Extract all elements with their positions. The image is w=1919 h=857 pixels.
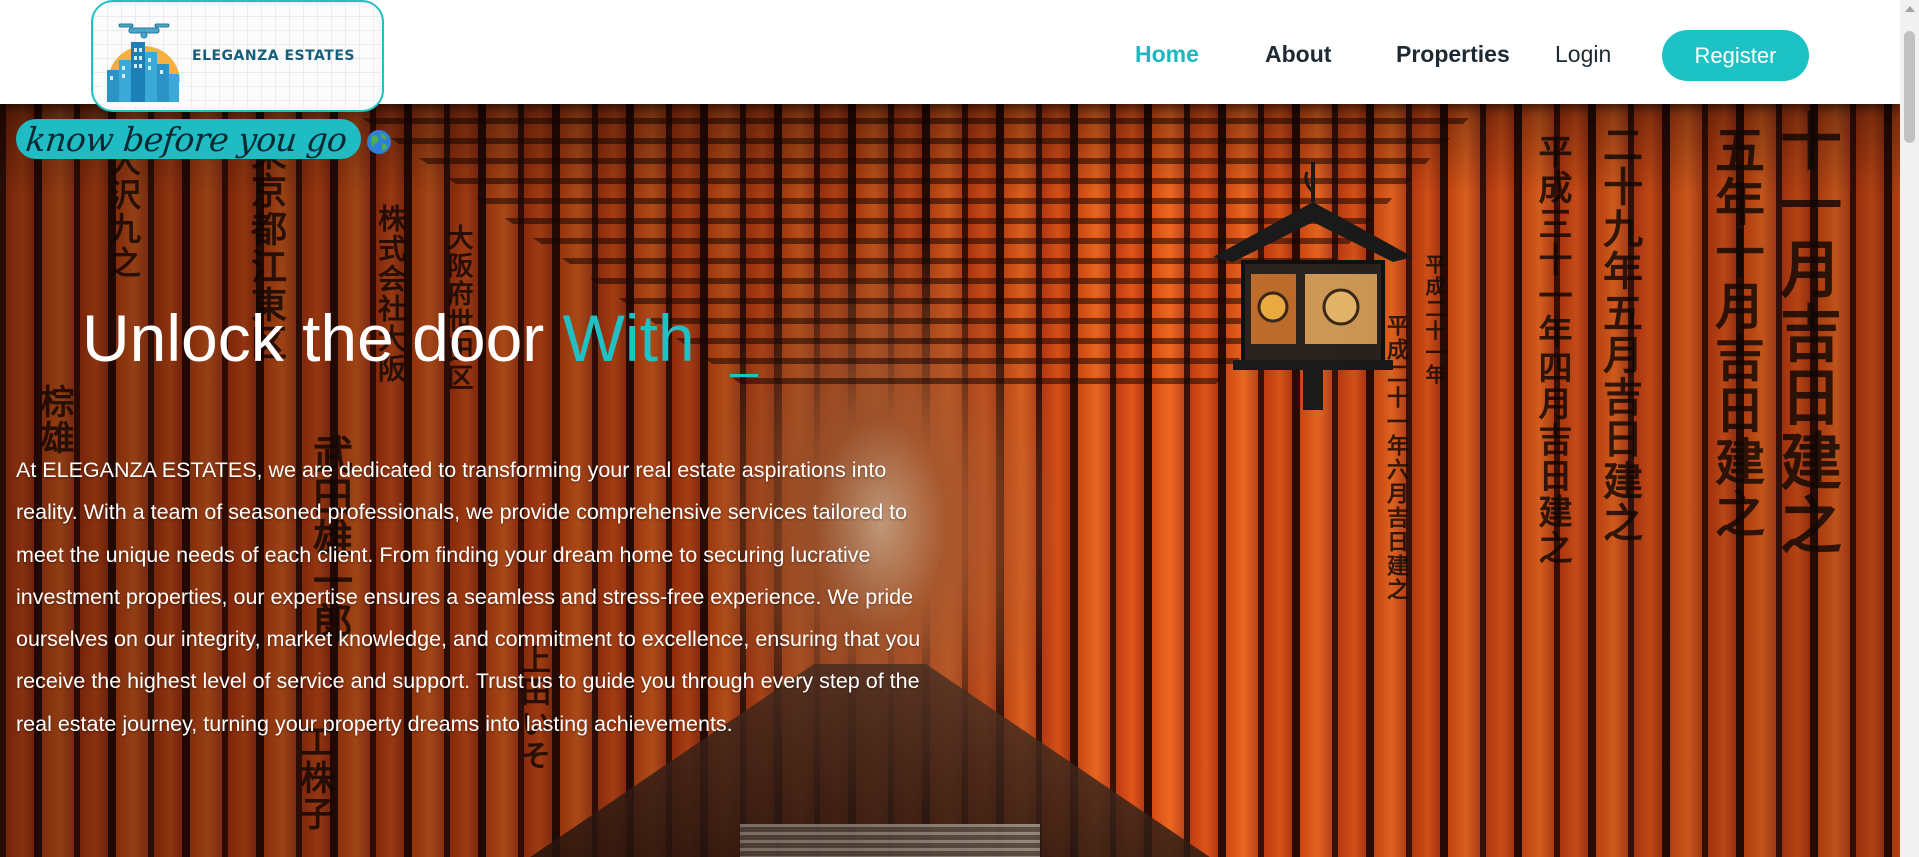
- hero-headline: Unlock the door With: [82, 300, 695, 376]
- nav-properties-link[interactable]: Properties: [1396, 41, 1510, 68]
- headline-main: Unlock the door: [82, 301, 563, 375]
- hero-description: At ELEGANZA ESTATES, we are dedicated to…: [16, 458, 921, 736]
- nav-home-link[interactable]: Home: [1135, 41, 1199, 68]
- navbar: ELEGANZA ESTATES Home About Properties L…: [0, 0, 1900, 112]
- scrollbar-thumb[interactable]: [1904, 31, 1915, 143]
- tagline-text: know before you go: [23, 119, 349, 159]
- globe-icon: [367, 130, 391, 154]
- brand-logo[interactable]: ELEGANZA ESTATES: [91, 0, 384, 112]
- headline-accent: With: [562, 301, 695, 375]
- drone-city-buildings-icon: [101, 23, 187, 106]
- register-button[interactable]: Register: [1662, 30, 1809, 81]
- scroll-up-arrow-icon[interactable]: [1905, 6, 1915, 12]
- headline-cursor-dash: [730, 374, 758, 377]
- nav-about-link[interactable]: About: [1265, 41, 1331, 68]
- tagline-badge: know before you go: [16, 119, 361, 159]
- login-link[interactable]: Login: [1555, 41, 1611, 68]
- page-scrollbar[interactable]: [1900, 0, 1919, 857]
- brand-name: ELEGANZA ESTATES: [192, 48, 356, 64]
